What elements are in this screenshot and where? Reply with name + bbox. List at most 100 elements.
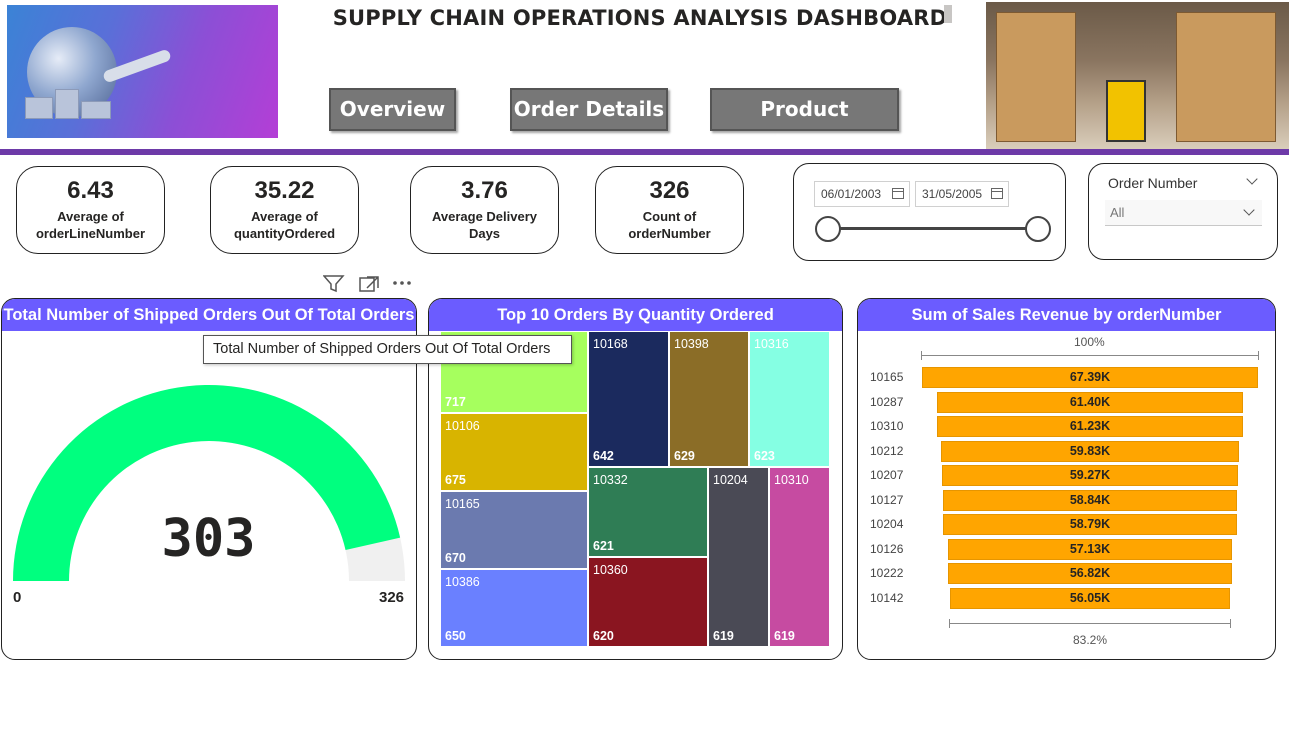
funnel-bar[interactable]: 56.05K [950, 587, 1230, 609]
funnel-bar[interactable]: 61.23K [937, 416, 1243, 437]
funnel-category-label: 10126 [870, 541, 904, 556]
treemap-cell-value: 621 [593, 539, 614, 553]
treemap-cell[interactable]: 10386 650 [440, 569, 588, 647]
focus-mode-icon[interactable] [359, 277, 375, 292]
crate-graphic [25, 97, 53, 119]
treemap-title: Top 10 Orders By Quantity Ordered [429, 299, 842, 331]
order-number-dropdown[interactable]: All [1105, 200, 1262, 226]
funnel-bar[interactable]: 58.84K [943, 489, 1237, 511]
funnel-top-rule [921, 355, 1259, 356]
range-end-handle[interactable] [1025, 216, 1051, 242]
warehouse-image [986, 2, 1289, 149]
treemap-cell[interactable]: 10168 642 [588, 331, 669, 467]
kpi-value: 6.43 [67, 177, 114, 204]
funnel-category-label: 10207 [870, 468, 904, 482]
funnel-category-label: 10142 [870, 590, 904, 605]
nav-product-analysis-button[interactable]: Product Analysis [710, 88, 899, 160]
funnel-title: Sum of Sales Revenue by orderNumber [858, 299, 1275, 331]
funnel-bar[interactable]: 61.40K [936, 391, 1244, 413]
treemap-cell[interactable]: 10360 620 [588, 557, 708, 647]
treemap-cell-value: 675 [445, 473, 466, 487]
kpi-card-avg-quantity: 35.22 Average of quantityOrdered [210, 166, 359, 254]
start-date-input[interactable]: 06/01/2003 [814, 181, 910, 207]
header-divider [0, 149, 1289, 155]
end-date-input[interactable]: 31/05/2005 [915, 181, 1009, 207]
treemap-cell[interactable]: 10398 629 [669, 331, 749, 467]
gauge-chart [13, 385, 405, 581]
treemap-cell[interactable]: 10106 675 [440, 413, 588, 491]
nav-overview-button[interactable]: Overview [329, 88, 456, 131]
treemap-cell-value: 623 [754, 449, 775, 463]
treemap-cell-value: 650 [445, 629, 466, 643]
kpi-value: 326 [649, 177, 690, 204]
treemap-cell-label: 10360 [593, 563, 628, 577]
treemap-cell[interactable]: 10332 621 [588, 467, 708, 557]
order-number-slicer: Order Number All [1088, 163, 1278, 260]
treemap-cell-label: 10106 [445, 419, 480, 433]
treemap-cell-value: 670 [445, 551, 466, 565]
funnel-bottom-tick [1230, 619, 1231, 628]
gauge-min-label: 0 [13, 589, 22, 606]
nav-order-details-button[interactable]: Order Details [510, 88, 668, 131]
treemap-cell-label: 10398 [674, 337, 709, 351]
treemap-cell-label: 10168 [593, 337, 628, 351]
treemap-cell-value: 717 [445, 395, 466, 409]
funnel-top-tick [1258, 351, 1259, 360]
gauge-title: Total Number of Shipped Orders Out Of To… [2, 299, 416, 331]
treemap-cell-label: 10316 [754, 337, 789, 351]
funnel-bar[interactable]: 59.83K [940, 440, 1240, 462]
funnel-bottom-rule [949, 623, 1231, 624]
chevron-down-icon[interactable] [1243, 204, 1255, 216]
calendar-icon[interactable] [991, 188, 1003, 199]
shelf-graphic [1176, 12, 1276, 142]
forklift-graphic [1106, 80, 1146, 142]
calendar-icon[interactable] [892, 188, 904, 199]
treemap-cell-value: 642 [593, 449, 614, 463]
kpi-card-count-orders: 326 Count of orderNumber [595, 166, 744, 254]
funnel-category-label: 10222 [870, 566, 904, 580]
date-range-slicer: 06/01/2003 31/05/2005 [793, 163, 1066, 261]
funnel-bottom-tick [949, 619, 950, 628]
treemap-cell-label: 10310 [774, 473, 809, 487]
funnel-top-label: 100% [1074, 335, 1105, 349]
range-track[interactable] [828, 227, 1040, 230]
funnel-category-label: 10204 [870, 517, 904, 531]
funnel-top-tick [921, 351, 922, 360]
funnel-panel: Sum of Sales Revenue by orderNumber 100%… [857, 298, 1276, 660]
treemap-cell[interactable]: 10316 623 [749, 331, 830, 467]
treemap-cell-label: 10386 [445, 575, 480, 589]
funnel-bar[interactable]: 67.39K [922, 367, 1258, 388]
kpi-label: Average of quantityOrdered [233, 209, 336, 241]
kpi-label: Average of orderLineNumber [35, 209, 146, 241]
funnel-bar[interactable]: 56.82K [948, 563, 1232, 584]
shelf-graphic [996, 12, 1076, 142]
funnel-bar[interactable]: 59.27K [942, 465, 1238, 486]
logistics-banner-image [7, 5, 278, 138]
chevron-down-icon[interactable] [1246, 173, 1258, 185]
funnel-category-label: 10165 [870, 370, 904, 384]
filter-icon[interactable] [323, 275, 345, 293]
treemap-cell-label: 10332 [593, 473, 628, 487]
treemap-cell[interactable]: 10165 670 [440, 491, 588, 569]
kpi-card-avg-orderline: 6.43 Average of orderLineNumber [16, 166, 165, 254]
funnel-category-label: 10310 [870, 419, 904, 433]
funnel-bottom-label: 83.2% [1073, 633, 1108, 647]
funnel-category-label: 10127 [870, 492, 904, 507]
funnel-category-label: 10287 [870, 394, 904, 409]
gauge-value: 303 [161, 509, 256, 569]
range-start-handle[interactable] [815, 216, 841, 242]
kpi-label: Count of orderNumber [628, 209, 711, 241]
treemap-cell[interactable]: 10204 619 [708, 467, 769, 647]
page-title: SUPPLY CHAIN OPERATIONS ANALYSIS DASHBOA… [332, 6, 948, 30]
funnel-bar[interactable]: 57.13K [947, 538, 1233, 560]
funnel-bar[interactable]: 58.79K [943, 514, 1237, 535]
treemap-cell-label: 10204 [713, 473, 748, 487]
kpi-card-avg-delivery: 3.76 Average Delivery Days [410, 166, 559, 254]
gauge-max-label: 326 [379, 589, 405, 606]
more-options-icon[interactable] [393, 281, 411, 285]
treemap-cell-value: 620 [593, 629, 614, 643]
gauge-tooltip: Total Number of Shipped Orders Out Of To… [203, 335, 572, 364]
treemap-cell[interactable]: 10310 619 [769, 467, 830, 647]
title-scrollbar[interactable] [944, 5, 952, 23]
kpi-value: 35.22 [254, 177, 315, 204]
